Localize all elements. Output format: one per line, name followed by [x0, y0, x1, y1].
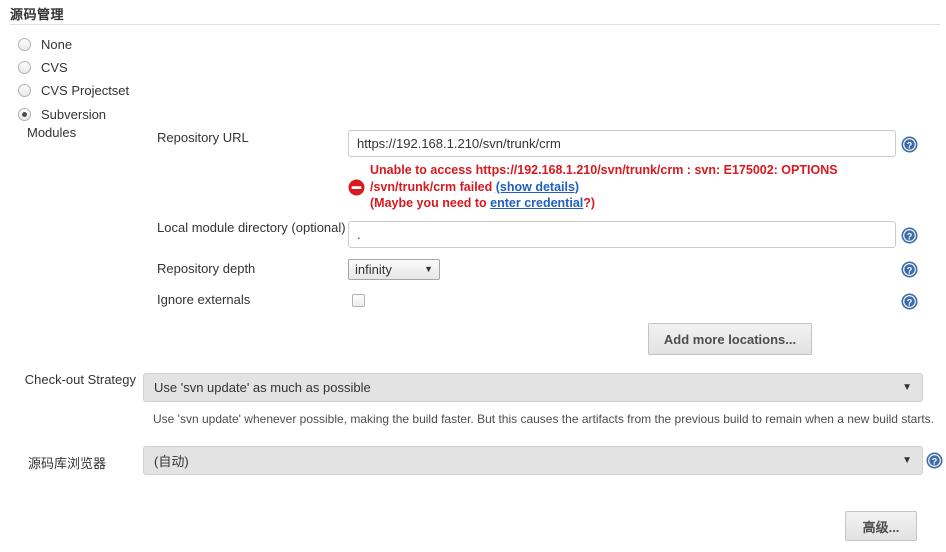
- repository-depth-label: Repository depth: [157, 261, 256, 276]
- repository-browser-select[interactable]: (自动) ▼: [143, 446, 923, 475]
- error-line-2: /svn/trunk/crm failed (show details): [370, 179, 908, 196]
- enter-credential-link[interactable]: enter credential: [490, 196, 583, 210]
- show-details-link[interactable]: (show details): [496, 180, 579, 194]
- help-icon-ignore-externals[interactable]: ?: [901, 293, 918, 310]
- checkout-strategy-select[interactable]: Use 'svn update' as much as possible ▼: [143, 373, 923, 402]
- local-module-directory-input[interactable]: [348, 221, 896, 248]
- error-icon: [348, 179, 365, 196]
- help-icon-repository-depth[interactable]: ?: [901, 261, 918, 278]
- chevron-down-icon-browser: ▼: [902, 454, 912, 466]
- svg-text:?: ?: [907, 140, 913, 150]
- svg-text:?: ?: [907, 231, 913, 241]
- radio-none[interactable]: [18, 37, 31, 51]
- checkout-strategy-label: Check-out Strategy: [24, 372, 136, 387]
- svg-text:?: ?: [932, 456, 938, 466]
- repository-browser-label: 源码库浏览器: [27, 456, 106, 471]
- scm-option-cvs-projectset-label: CVS Projectset: [41, 82, 130, 98]
- repository-url-error: Unable to access https://192.168.1.210/s…: [348, 162, 908, 212]
- scm-option-subversion-label: Subversion: [41, 106, 107, 122]
- chevron-down-icon-strategy: ▼: [902, 381, 912, 393]
- radio-cvs-projectset[interactable]: [18, 83, 31, 97]
- error-line-3-suffix: ?): [583, 196, 596, 210]
- help-icon-repository-browser[interactable]: ?: [926, 452, 943, 469]
- radio-cvs[interactable]: [18, 60, 31, 74]
- error-line-3: (Maybe you need to enter credential?): [370, 195, 908, 212]
- svg-text:?: ?: [907, 297, 913, 307]
- help-icon-local-module-directory[interactable]: ?: [901, 227, 918, 244]
- chevron-down-icon-depth: ▼: [424, 264, 433, 274]
- checkout-strategy-value: Use 'svn update' as much as possible: [154, 380, 371, 395]
- ignore-externals-checkbox[interactable]: [352, 294, 365, 307]
- advanced-button[interactable]: 高级...: [845, 511, 917, 541]
- repository-url-input[interactable]: [348, 130, 896, 157]
- help-icon-repository-url[interactable]: ?: [901, 136, 918, 153]
- local-module-directory-label: Local module directory (optional): [157, 220, 346, 235]
- repository-depth-value: infinity: [355, 262, 392, 277]
- modules-label: Modules: [27, 125, 77, 140]
- error-line-3-prefix: (Maybe you need to: [370, 196, 491, 210]
- header-divider: [10, 24, 940, 25]
- repository-depth-select[interactable]: infinity ▼: [348, 259, 440, 280]
- scm-option-subversion[interactable]: Subversion: [18, 105, 106, 123]
- ignore-externals-label: Ignore externals: [157, 292, 251, 307]
- add-more-locations-button[interactable]: Add more locations...: [648, 323, 812, 355]
- error-line-1: Unable to access https://192.168.1.210/s…: [370, 163, 838, 177]
- repository-browser-value: (自动): [154, 454, 189, 469]
- scm-option-cvs-projectset[interactable]: CVS Projectset: [18, 81, 129, 99]
- scm-option-none-label: None: [41, 36, 73, 52]
- scm-option-cvs-label: CVS: [41, 59, 68, 75]
- scm-option-cvs[interactable]: CVS: [18, 58, 68, 76]
- svg-text:?: ?: [907, 265, 913, 275]
- checkout-strategy-description: Use 'svn update' whenever possible, maki…: [153, 412, 934, 426]
- scm-config-page: 源码管理 None CVS CVS Projectset Subversion …: [0, 0, 946, 552]
- scm-option-none[interactable]: None: [18, 35, 72, 53]
- page-title: 源码管理: [10, 7, 65, 22]
- radio-subversion[interactable]: [18, 107, 31, 121]
- repository-url-label: Repository URL: [157, 130, 249, 145]
- error-line-2-text: /svn/trunk/crm failed: [370, 179, 496, 194]
